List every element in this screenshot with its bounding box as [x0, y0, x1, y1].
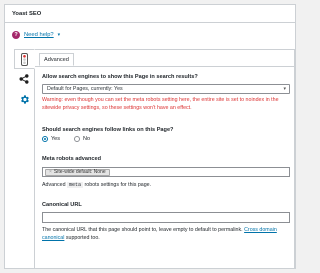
radio-unchecked-icon[interactable]: [73, 136, 80, 142]
follow-yes-label: Yes: [51, 136, 60, 142]
radio-checked-icon[interactable]: [42, 136, 48, 142]
canonical-url-input[interactable]: [42, 212, 290, 223]
select-arrow-icon: ▾: [283, 86, 286, 92]
follow-links-label: Should search engines follow links on th…: [42, 127, 174, 133]
panel-tabs: Advanced: [39, 53, 74, 66]
search-results-selected: Default for Pages, currently: Yes: [47, 86, 123, 92]
meta-robots-description: Advanced meta robots settings for this p…: [42, 181, 151, 189]
share-icon: [19, 74, 29, 84]
metabox-title[interactable]: Yoast SEO: [5, 5, 295, 23]
meta-desc-code: meta: [67, 182, 84, 188]
side-tab-seo[interactable]: [14, 49, 35, 69]
chip-remove-icon[interactable]: ×: [49, 169, 52, 175]
canonical-desc-line1: The canonical URL that this page should …: [42, 227, 243, 233]
canonical-link[interactable]: canonical: [42, 235, 64, 241]
warning-line-1: Warning: even though you can set the met…: [42, 97, 279, 103]
noindex-warning: Warning: even though you can set the met…: [42, 96, 294, 112]
chevron-down-icon: ▾: [57, 32, 61, 38]
traffic-light-icon: [21, 52, 28, 66]
follow-links-options: Yes No: [42, 136, 90, 142]
help-toggle[interactable]: ? Need help? ▾: [12, 31, 60, 39]
meta-desc-before: Advanced: [42, 182, 66, 188]
help-question-icon: ?: [12, 31, 20, 39]
cross-domain-link[interactable]: Cross domain: [244, 227, 277, 233]
canonical-desc-after: supported too.: [65, 235, 100, 241]
tab-divider: [35, 66, 294, 67]
side-tab-advanced[interactable]: [14, 89, 34, 109]
follow-yes-radio[interactable]: Yes: [42, 136, 60, 142]
advanced-panel: Advanced Allow search engines to show th…: [34, 49, 295, 269]
meta-robots-chip[interactable]: × Site-wide default: None: [45, 169, 110, 176]
meta-robots-label: Meta robots advanced: [42, 156, 102, 162]
follow-no-label: No: [82, 136, 91, 142]
follow-no-radio[interactable]: No: [73, 136, 91, 142]
canonical-description: The canonical URL that this page should …: [42, 226, 292, 242]
search-results-select[interactable]: Default for Pages, currently: Yes ▾: [42, 84, 290, 94]
chip-label: Site-wide default: None: [53, 169, 106, 175]
side-tabs: [14, 49, 35, 109]
tab-advanced[interactable]: Advanced: [39, 53, 74, 66]
warning-line-2: sitewide privacy settings, so these sett…: [42, 105, 192, 111]
gear-icon: [20, 94, 29, 104]
meta-desc-after: robots settings for this page.: [84, 182, 152, 188]
search-results-label: Allow search engines to show this Page i…: [42, 74, 198, 80]
need-help-link[interactable]: Need help?: [24, 32, 54, 38]
yoast-seo-metabox: Yoast SEO ? Need help? ▾ Advanced Allow …: [4, 4, 296, 269]
side-tab-social[interactable]: [14, 69, 34, 89]
meta-robots-multiselect[interactable]: × Site-wide default: None: [42, 167, 290, 177]
canonical-url-label: Canonical URL: [42, 202, 82, 208]
